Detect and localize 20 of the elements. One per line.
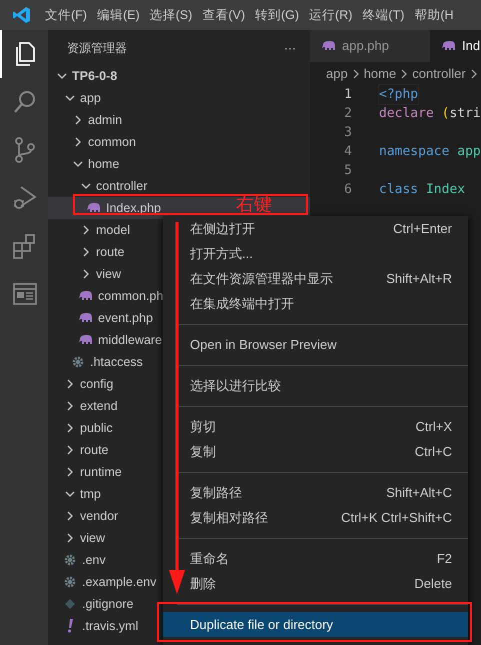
shortcut-label: Ctrl+X [416, 418, 452, 436]
code-line: class Index [379, 180, 466, 199]
shortcut-label: Ctrl+K Ctrl+Shift+C [341, 508, 452, 527]
annotation-label: 右键 [236, 195, 272, 213]
line-number: 2 [343, 104, 352, 123]
line-number: 3 [343, 124, 352, 142]
shortcut-label: F2 [436, 550, 452, 568]
sidebar-title: 资源管理器 [67, 40, 127, 56]
shortcut-label: Ctrl+Enter [393, 220, 452, 238]
line-number: 4 [343, 142, 352, 161]
code-line: namespace app [379, 142, 481, 161]
shortcut-label: Shift+Alt+C [386, 484, 452, 502]
line-number: 6 [343, 180, 352, 199]
code-line: <?php [379, 84, 418, 104]
code-line: declare (stri [379, 104, 481, 123]
line-number: 1 [343, 86, 352, 104]
shortcut-label: Ctrl+C [414, 442, 452, 461]
line-number: 5 [343, 162, 352, 180]
shortcut-label: Delete [414, 574, 452, 593]
shortcut-label: Shift+Alt+R [386, 270, 452, 288]
